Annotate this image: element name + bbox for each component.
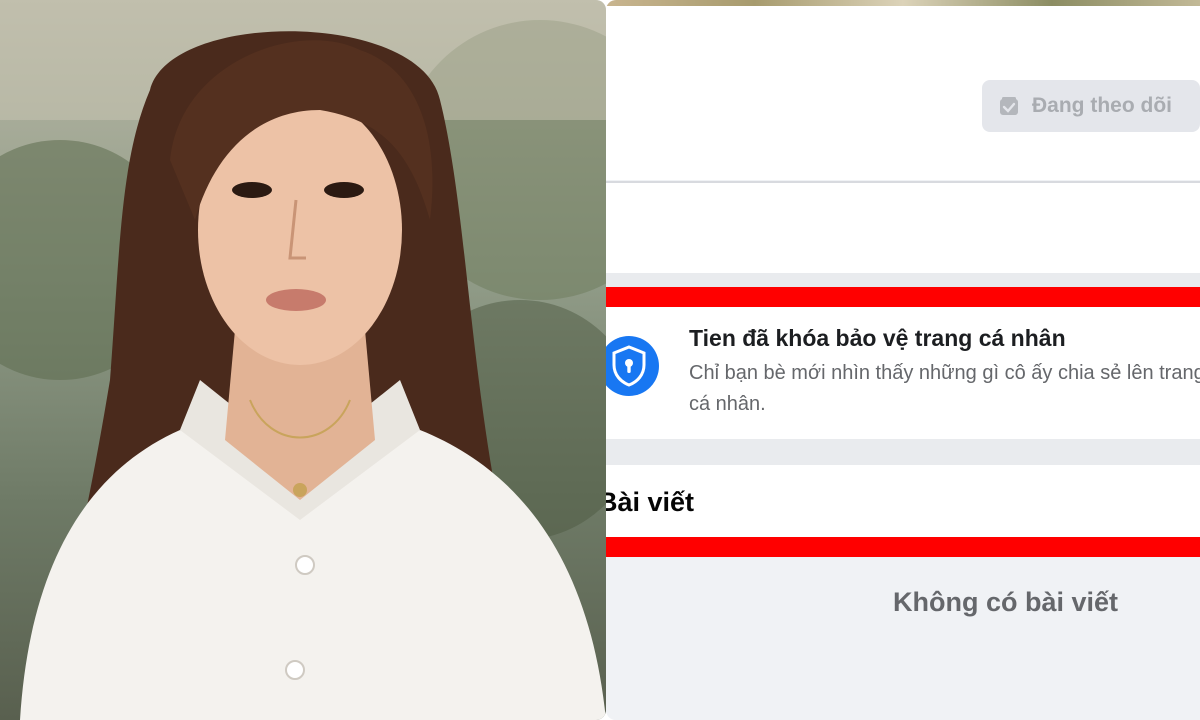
red-highlight-bar-top [606, 287, 1200, 307]
facebook-profile-screenshot: Đang theo dõi Tien đã khóa bảo vệ trang … [606, 0, 1200, 720]
no-posts-message: Không có bài viết [893, 587, 1119, 617]
portrait-photo [0, 0, 606, 720]
red-highlight-bar-bottom [606, 537, 1200, 557]
following-button-label: Đang theo dõi [1032, 94, 1172, 117]
following-check-icon [998, 95, 1020, 117]
posts-section-header: Bài viết [606, 465, 1200, 537]
locked-notice-description: Chỉ bạn bè mới nhìn thấy những gì cô ấy … [689, 362, 1200, 415]
section-separator [606, 439, 1200, 465]
posts-section-title: Bài viết [606, 487, 695, 517]
profile-info-card [606, 183, 1200, 273]
following-button[interactable]: Đang theo dõi [982, 80, 1200, 132]
section-separator [606, 273, 1200, 287]
posts-empty-state: Không có bài viết [606, 557, 1200, 720]
locked-profile-notice: Tien đã khóa bảo vệ trang cá nhân Chỉ bạ… [606, 307, 1200, 439]
shield-lock-icon [606, 336, 659, 396]
portrait-illustration [0, 0, 606, 720]
locked-notice-title: Tien đã khóa bảo vệ trang cá nhân [689, 325, 1066, 351]
